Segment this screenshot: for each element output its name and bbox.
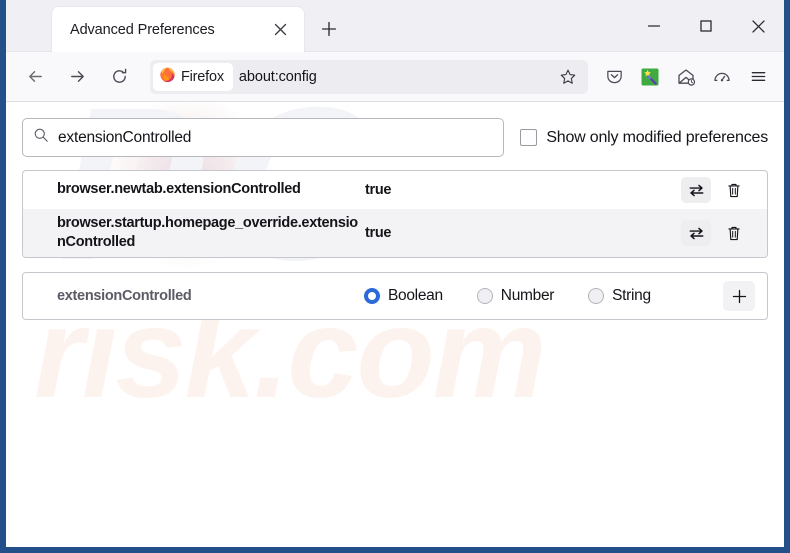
show-modified-label: Show only modified preferences xyxy=(546,128,768,146)
row-actions xyxy=(681,220,759,247)
search-input-value: extensionControlled xyxy=(58,128,192,146)
firefox-brand-badge: Firefox xyxy=(153,62,233,91)
about-config-page: PC risk.com extensionControlled xyxy=(6,102,784,547)
radio-string-dot[interactable] xyxy=(588,288,605,305)
toggle-swap-icon[interactable] xyxy=(681,220,711,247)
show-modified-checkbox[interactable] xyxy=(520,129,538,146)
radio-string[interactable]: String xyxy=(588,287,651,305)
radio-boolean[interactable]: Boolean xyxy=(364,287,443,305)
tab-bar: Advanced Preferences xyxy=(6,0,784,52)
search-icon xyxy=(33,127,49,148)
url-text: about:config xyxy=(238,68,317,85)
close-window-button[interactable] xyxy=(732,0,784,52)
back-icon[interactable] xyxy=(17,59,53,95)
extension-magicwand-icon[interactable] xyxy=(634,61,666,93)
table-row[interactable]: browser.newtab.extensionControlled true xyxy=(23,171,767,209)
radio-number[interactable]: Number xyxy=(476,287,555,305)
browser-window: Advanced Preferences Firefox about:confi… xyxy=(0,0,790,553)
navigation-toolbar: Firefox about:config xyxy=(6,52,784,102)
tab-title: Advanced Preferences xyxy=(70,21,215,38)
pocket-icon[interactable] xyxy=(598,61,630,93)
url-bar[interactable]: Firefox about:config xyxy=(150,59,588,94)
search-row: extensionControlled Show only modified p… xyxy=(22,118,768,157)
trash-icon[interactable] xyxy=(721,220,747,246)
show-modified-checkbox-group[interactable]: Show only modified preferences xyxy=(520,129,768,147)
speedometer-icon[interactable] xyxy=(706,61,738,93)
add-pref-name: extensionControlled xyxy=(57,288,192,305)
minimize-button[interactable] xyxy=(628,0,680,52)
forward-icon[interactable] xyxy=(59,59,95,95)
new-tab-button[interactable] xyxy=(314,14,344,44)
page-content: extensionControlled Show only modified p… xyxy=(6,102,784,321)
firefox-logo-icon xyxy=(159,66,176,88)
preferences-list: browser.newtab.extensionControlled true xyxy=(22,170,768,259)
browser-tab[interactable]: Advanced Preferences xyxy=(52,7,304,52)
pref-name: browser.startup.homepage_override.extens… xyxy=(57,215,358,251)
reload-icon[interactable] xyxy=(101,59,137,95)
mail-icon[interactable] xyxy=(670,61,702,93)
search-input[interactable]: extensionControlled xyxy=(22,118,505,157)
hamburger-menu-icon[interactable] xyxy=(742,61,774,93)
radio-number-label: Number xyxy=(500,287,555,305)
trash-icon[interactable] xyxy=(721,177,747,203)
add-preference-row: extensionControlled Boolean Number Strin… xyxy=(22,272,768,321)
radio-number-dot[interactable] xyxy=(476,288,493,305)
toggle-swap-icon[interactable] xyxy=(681,177,711,203)
radio-string-label: String xyxy=(612,287,651,305)
bookmark-star-icon[interactable] xyxy=(554,63,582,91)
row-actions xyxy=(681,177,759,203)
pref-name: browser.newtab.extensionControlled xyxy=(57,181,301,198)
firefox-brand-label: Firefox xyxy=(181,68,224,85)
pref-value: true xyxy=(365,182,392,198)
close-tab-icon[interactable] xyxy=(268,18,292,42)
radio-boolean-label: Boolean xyxy=(388,287,443,305)
pref-value: true xyxy=(365,225,392,242)
window-controls xyxy=(628,0,784,52)
table-row[interactable]: browser.startup.homepage_override.extens… xyxy=(23,209,767,258)
add-preference-button[interactable] xyxy=(723,281,755,312)
maximize-button[interactable] xyxy=(680,0,732,52)
radio-boolean-dot[interactable] xyxy=(364,288,380,305)
